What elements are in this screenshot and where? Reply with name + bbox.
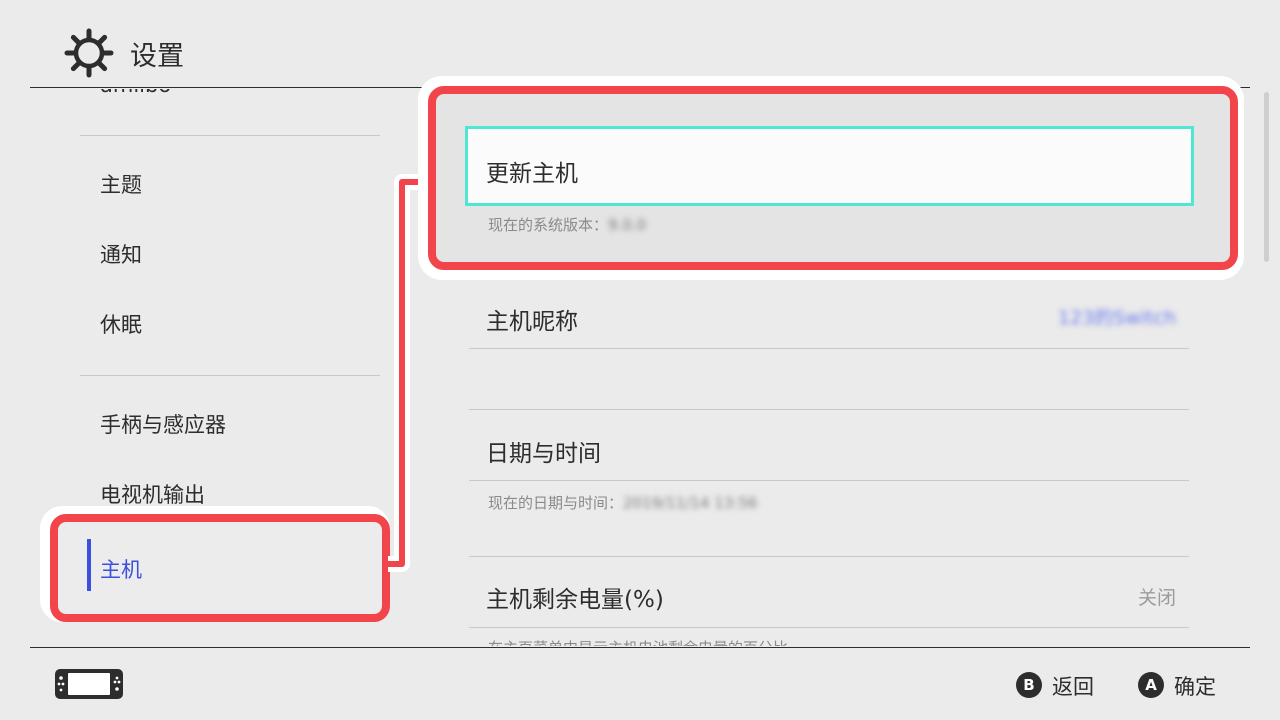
page-title: 设置: [130, 41, 184, 72]
battery-subtitle-clip: 在主页菜单中显示主机电池剩余电量的百分比: [488, 629, 1208, 646]
b-button-icon: B: [1016, 672, 1042, 698]
sidebar-divider: [80, 375, 380, 376]
sidebar-item-notifications[interactable]: 通知: [100, 245, 142, 266]
confirm-button[interactable]: 确定: [1174, 671, 1216, 701]
datetime-subtitle: 现在的日期与时间：2019/11/14 13:56: [488, 492, 757, 513]
footer-divider: [30, 647, 1250, 648]
scrollbar[interactable]: [1264, 92, 1269, 262]
row-divider: [469, 556, 1189, 557]
system-version-value: 9.0.0: [608, 216, 647, 234]
sidebar-divider: [80, 135, 380, 136]
battery-title[interactable]: 主机剩余电量(%): [486, 580, 664, 614]
sidebar-item-theme[interactable]: 主题: [100, 175, 142, 196]
update-console-title[interactable]: 更新主机: [486, 154, 578, 188]
datetime-current-value: 2019/11/14 13:56: [623, 494, 758, 512]
battery-subtitle: 在主页菜单中显示主机电池剩余电量的百分比: [488, 637, 788, 646]
system-version-label: 现在的系统版本：: [488, 216, 609, 234]
nickname-title[interactable]: 主机昵称: [486, 302, 578, 336]
sidebar-item-sleep[interactable]: 休眠: [100, 315, 142, 336]
row-divider: [469, 409, 1189, 410]
row-divider: [469, 627, 1189, 628]
row-divider: [469, 480, 1189, 481]
header: 设置: [0, 0, 1280, 88]
selection-indicator: [87, 539, 91, 591]
battery-value: 关闭: [1137, 587, 1176, 609]
datetime-subtitle-label: 现在的日期与时间：: [488, 494, 624, 512]
row-divider: [469, 348, 1189, 349]
update-console-subtitle: 现在的系统版本：9.0.0: [488, 214, 646, 235]
console-icon: [55, 669, 123, 699]
gear-icon: [64, 28, 114, 78]
nickname-value: 123的Switch: [1057, 307, 1176, 329]
sidebar-item-amiibo[interactable]: amiibo: [100, 89, 171, 96]
datetime-title[interactable]: 日期与时间: [486, 434, 601, 468]
sidebar-item-system[interactable]: 主机: [100, 554, 142, 584]
sidebar-item-controllers[interactable]: 手柄与感应器: [100, 415, 226, 436]
a-button-icon: A: [1138, 672, 1164, 698]
sidebar-item-tv-output[interactable]: 电视机输出: [100, 485, 205, 506]
back-button[interactable]: 返回: [1052, 671, 1094, 701]
